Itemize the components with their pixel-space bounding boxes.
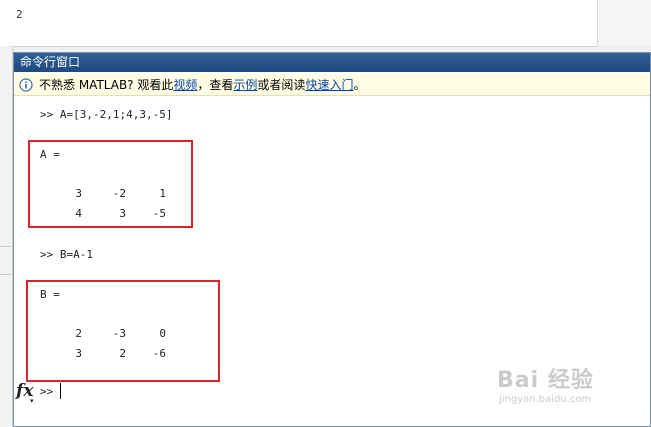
info-icon (19, 78, 33, 92)
matrix-b-cell: 2 (119, 347, 126, 360)
editor-side-panel (597, 0, 651, 46)
chevron-down-icon[interactable]: ▾ (30, 397, 34, 405)
command-line-1: >> A=[3,-2,1;4,3,-5] (40, 108, 173, 121)
editor-pane[interactable]: 2 (0, 0, 597, 47)
info-bar: 不熟悉 MATLAB? 观看此视频，查看示例或者阅读快速入门。 (14, 74, 650, 96)
matrix-a-cell: 4 (75, 207, 82, 220)
getting-started-link[interactable]: 快速入门 (305, 78, 353, 92)
command-line-2: >> B=A-1 (40, 248, 93, 261)
watermark-url: jingyan.baidu.com (499, 394, 592, 405)
examples-link[interactable]: 示例 (233, 78, 257, 92)
watermark-brand: Bai 经验 (497, 368, 594, 393)
matrix-a-cell: -2 (112, 187, 126, 200)
matrix-b-cell: -3 (112, 327, 126, 340)
matrix-a-cell: 3 (75, 187, 82, 200)
matlab-desktop: 2 命令行窗口 不熟悉 MATLAB? 观看此视频，查看示例或者阅读快速入门。 … (0, 0, 651, 427)
variable-b-label: B = (40, 288, 60, 301)
matrix-a-cell: -5 (152, 207, 166, 220)
info-message: 不熟悉 MATLAB? 观看此视频，查看示例或者阅读快速入门。 (39, 74, 365, 96)
info-suffix: 。 (353, 78, 366, 92)
prompt-symbol: >> (40, 385, 54, 398)
matrix-b-cell: -6 (152, 347, 166, 360)
info-middle2: 或者阅读 (257, 78, 306, 92)
variable-a-label: A = (40, 148, 60, 161)
video-link[interactable]: 视频 (173, 78, 197, 92)
editor-gutter: 2 (0, 0, 36, 46)
matrix-b-cell: 3 (75, 347, 82, 360)
text-cursor (60, 383, 61, 399)
panel-divider (0, 274, 11, 275)
line-number: 2 (16, 8, 23, 21)
matrix-b-cell: 0 (159, 327, 166, 340)
matrix-a-cell: 3 (119, 207, 126, 220)
info-prefix: 不熟悉 MATLAB? 观看此 (39, 78, 174, 92)
command-window-title[interactable]: 命令行窗口 (14, 53, 650, 72)
baidu-watermark: Bai 经验 jingyan.baidu.com (497, 362, 594, 405)
matrix-a-cell: 1 (159, 187, 166, 200)
info-middle1: ，查看 (197, 78, 234, 92)
matrix-b-cell: 2 (75, 327, 82, 340)
panel-divider (0, 246, 11, 247)
left-panel-edge (0, 46, 13, 427)
